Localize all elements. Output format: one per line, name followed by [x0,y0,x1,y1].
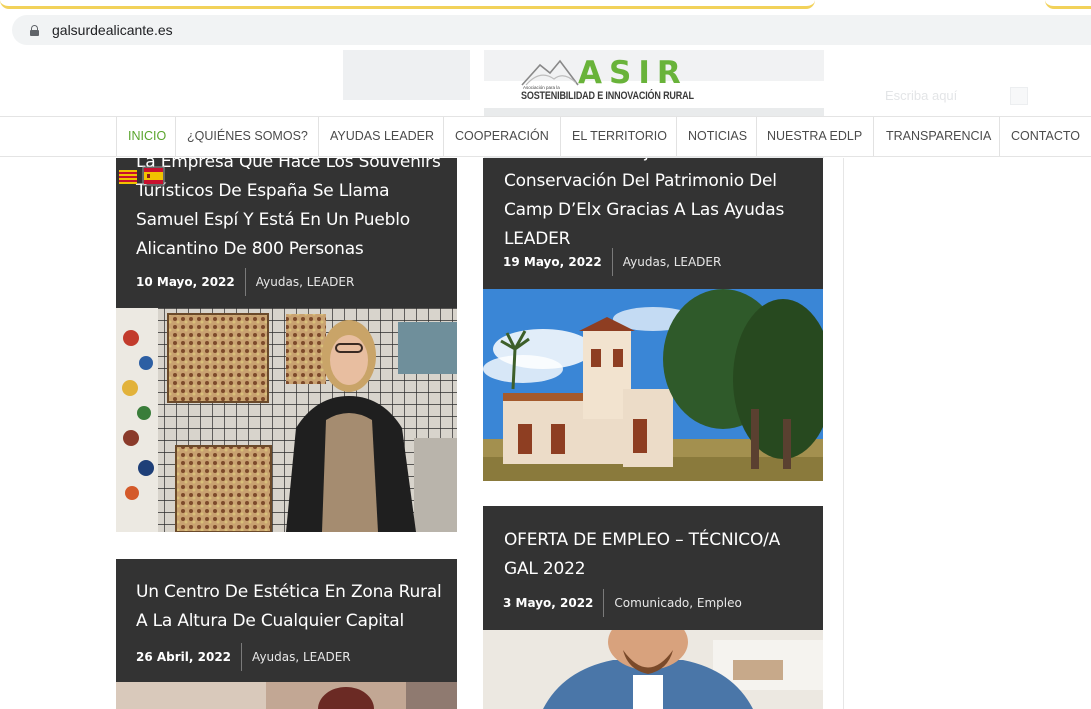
address-bar[interactable]: galsurdealicante.es [12,15,1091,45]
post-title-line: GAL 2022 [504,559,586,579]
post-categories[interactable]: Ayudas, LEADER [246,275,355,289]
nav-item-el-territorio[interactable]: EL TERRITORIO [572,117,667,156]
nav-item-quienes-somos[interactable]: ¿QUIÉNES SOMOS? [187,117,308,156]
nav-item-transparencia[interactable]: TRANSPARENCIA [886,117,991,156]
url-text[interactable]: galsurdealicante.es [52,22,173,38]
logo-word: ASIR [578,55,688,91]
post-title[interactable]: La Empresa Que Hace Los Souvenirs Turíst… [136,158,457,264]
post-date: 3 Mayo, 2022 [503,596,594,610]
post-title[interactable]: Un Centro De Estética En Zona Rural A La… [136,578,457,636]
post-image[interactable] [116,682,457,709]
post-date: 26 Abril, 2022 [136,650,232,664]
nav-separator [175,117,176,156]
post-meta: 19 Mayo, 2022 Ayudas, LEADER [503,247,721,277]
search-placeholder-ghost: Escriba aquí [885,88,958,103]
post-title-line: Alicantino De 800 Personas [136,239,364,259]
post-categories[interactable]: Comunicado, Empleo [604,596,741,610]
historic-house-photo [483,289,823,481]
post-title-line: Turísticos De España Se Llama [136,181,390,201]
browser-tab-accent-right [1045,0,1091,9]
nav-item-cooperacion[interactable]: COOPERACIÓN [455,117,549,156]
nav-item-inicio[interactable]: INICIO [128,117,166,156]
nav-separator [873,117,874,156]
post-categories[interactable]: Ayudas, LEADER [613,255,722,269]
post-meta: 10 Mayo, 2022 Ayudas, LEADER [136,267,354,297]
nav-separator [116,117,117,156]
sidebar-divider [843,158,844,709]
nav-separator [756,117,757,156]
post-title-line: Camp D’Elx Gracias A Las Ayudas [504,200,785,220]
nav-separator [560,117,561,156]
post-card[interactable]: Un Centro De Estética En Zona Rural A La… [116,559,457,709]
mountain-logo-icon [521,59,579,86]
post-meta: 3 Mayo, 2022 Comunicado, Empleo [503,588,742,618]
post-card[interactable]: La Empresa Que Hace Los Souvenirs Turíst… [116,158,457,308]
lock-icon [30,24,39,36]
nav-separator [676,117,677,156]
header-banner-ghost-left [343,50,470,100]
post-categories[interactable]: Ayudas, LEADER [242,650,351,664]
woman-with-pins-photo [116,308,457,532]
site-logo[interactable]: ASIR Asociación para la SOSTENIBILIDAD E… [520,55,694,105]
post-card[interactable]: Actuación De Mejora Y Puesta En Valor Co… [483,158,823,289]
post-date: 10 Mayo, 2022 [136,275,235,289]
post-title-line: Actuación De Mejora Y Puesta En Valor [504,158,823,167]
logo-subtitle: SOSTENIBILIDAD E INNOVACIÓN RURAL [521,90,694,102]
post-image[interactable] [483,614,823,709]
post-card[interactable]: OFERTA DE EMPLEO – TÉCNICO/A GAL 2022 3 … [483,506,823,709]
post-title-line: OFERTA DE EMPLEO – TÉCNICO/A [504,530,781,550]
post-meta: 26 Abril, 2022 Ayudas, LEADER [136,642,351,672]
nav-item-noticias[interactable]: NOTICIAS [688,117,747,156]
nav-item-ayudas-leader[interactable]: AYUDAS LEADER [330,117,434,156]
post-date: 19 Mayo, 2022 [503,255,602,269]
nav-separator [443,117,444,156]
post-title-line: Conservación Del Patrimonio Del [504,171,777,191]
post-title-line: Samuel Espí Y Está En Un Pueblo [136,210,410,230]
browser-tab-accent [0,0,815,9]
nav-item-nuestra-edlp[interactable]: NUESTRA EDLP [767,117,862,156]
post-title[interactable]: OFERTA DE EMPLEO – TÉCNICO/A GAL 2022 [504,526,822,584]
search-button-ghost [1010,87,1028,105]
nav-separator [318,117,319,156]
post-title-line: La Empresa Que Hace Los Souvenirs [136,158,441,172]
post-title-line: Un Centro De Estética En Zona Rural [136,582,442,602]
browser-top-strip [0,0,1091,10]
nav-separator [999,117,1000,156]
salon-photo [116,682,457,709]
post-image[interactable] [116,308,457,532]
main-nav: INICIO ¿QUIÉNES SOMOS? AYUDAS LEADER COO… [0,116,1091,157]
job-interview-photo [483,614,823,709]
post-image[interactable] [483,289,823,481]
post-title-line: A La Altura De Cualquier Capital [136,611,405,631]
nav-item-contacto[interactable]: CONTACTO [1011,117,1080,156]
language-flag-icon[interactable] [119,166,165,187]
post-title[interactable]: Actuación De Mejora Y Puesta En Valor Co… [504,158,823,254]
